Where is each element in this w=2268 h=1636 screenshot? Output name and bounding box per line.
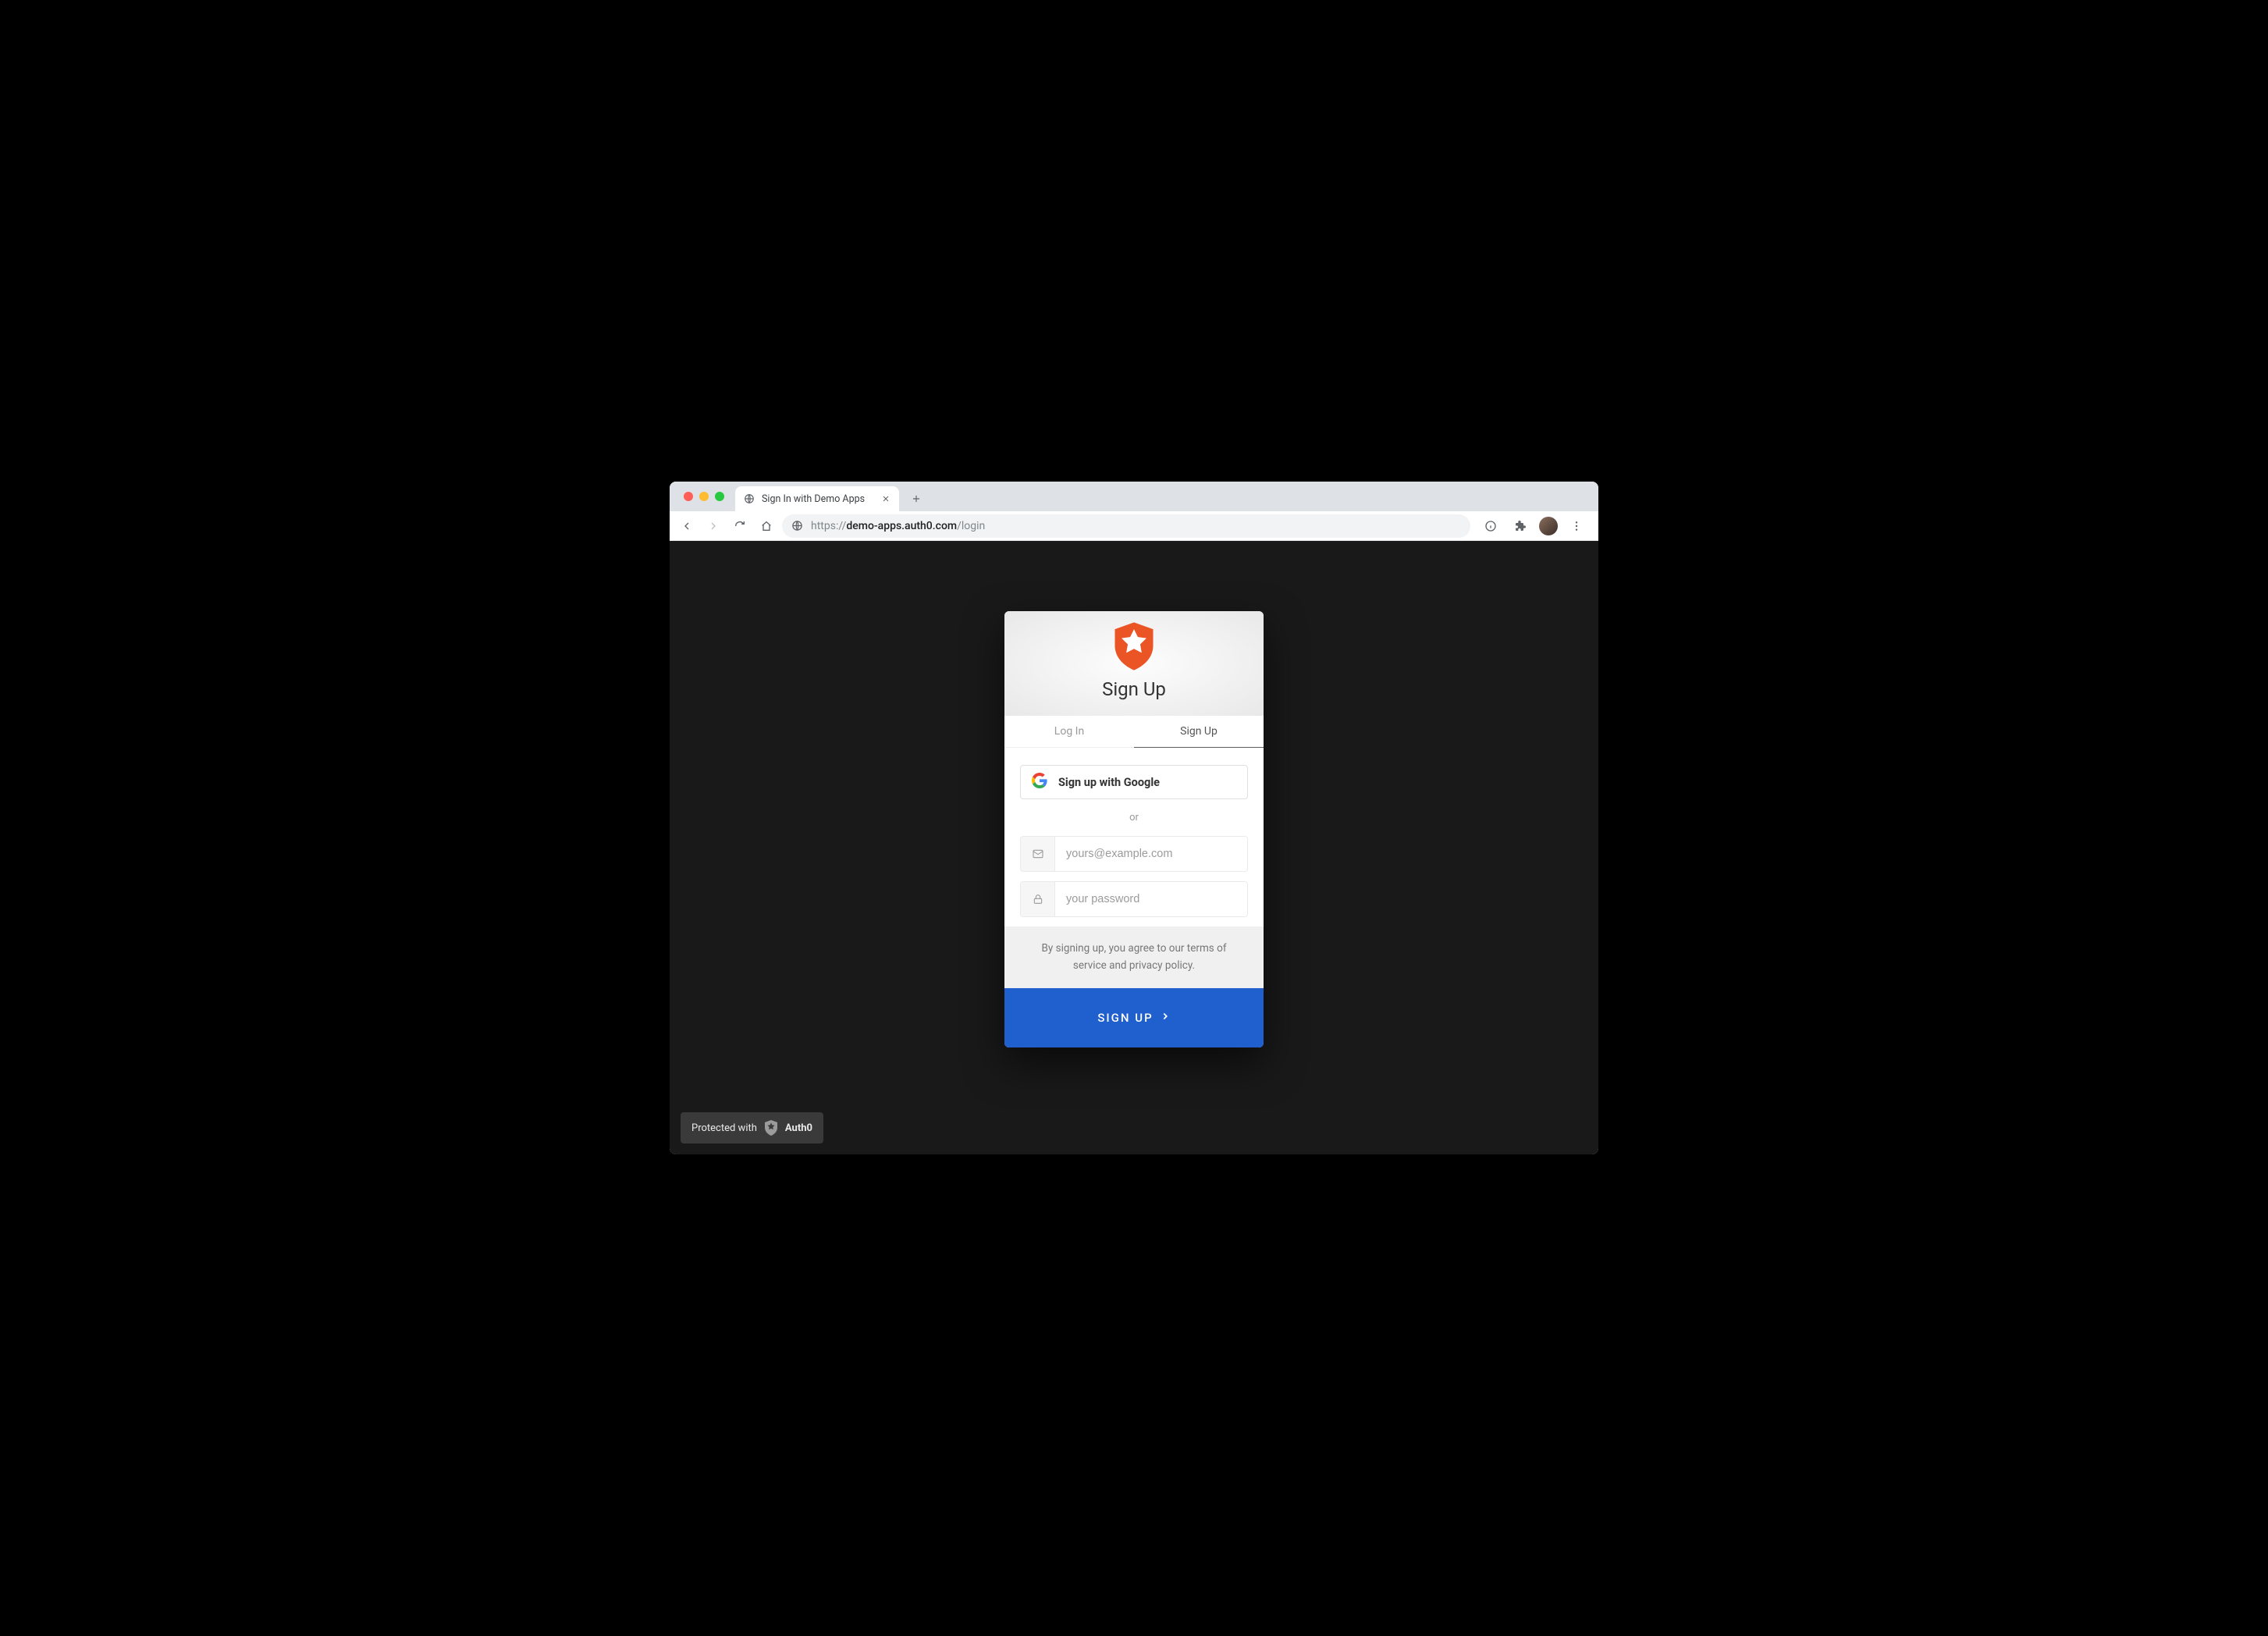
badge-prefix: Protected with <box>691 1122 757 1134</box>
tab-signup[interactable]: Sign Up <box>1134 716 1264 747</box>
lock-icon <box>1021 882 1055 916</box>
forward-button[interactable] <box>702 515 724 537</box>
lock-header: Sign Up <box>1004 611 1264 716</box>
back-button[interactable] <box>676 515 698 537</box>
info-icon[interactable] <box>1480 515 1502 537</box>
email-icon <box>1021 837 1055 871</box>
browser-toolbar: https://demo-apps.auth0.com/login <box>670 511 1598 541</box>
toolbar-right <box>1475 515 1592 537</box>
submit-label: SIGN UP <box>1097 1011 1153 1025</box>
signup-submit-button[interactable]: SIGN UP <box>1004 988 1264 1047</box>
or-divider: or <box>1020 799 1248 836</box>
lock-body: Sign up with Google or By signing up, yo… <box>1004 748 1264 1047</box>
tab-login[interactable]: Log In <box>1004 716 1134 747</box>
badge-brand: Auth0 <box>785 1122 812 1134</box>
reload-button[interactable] <box>729 515 751 537</box>
address-bar[interactable]: https://demo-apps.auth0.com/login <box>782 514 1470 538</box>
profile-avatar[interactable] <box>1539 517 1558 535</box>
globe-icon <box>743 493 755 505</box>
protected-with-badge[interactable]: Protected with Auth0 <box>681 1112 823 1143</box>
browser-tab[interactable]: Sign In with Demo Apps <box>735 486 899 511</box>
terms-text: By signing up, you agree to our terms of… <box>1004 926 1264 988</box>
auth0-logo-icon <box>763 1120 779 1136</box>
home-button[interactable] <box>755 515 777 537</box>
google-signup-button[interactable]: Sign up with Google <box>1020 765 1248 799</box>
tab-strip: Sign In with Demo Apps <box>670 482 1598 511</box>
chevron-right-icon <box>1160 1011 1171 1025</box>
password-field-wrapper <box>1020 881 1248 917</box>
password-input[interactable] <box>1055 882 1247 916</box>
lock-title: Sign Up <box>1012 678 1256 700</box>
google-icon <box>1032 773 1047 791</box>
close-window-button[interactable] <box>684 492 693 501</box>
site-info-icon[interactable] <box>791 520 803 532</box>
email-field-wrapper <box>1020 836 1248 872</box>
url-text: https://demo-apps.auth0.com/login <box>811 520 985 532</box>
lock-tabs: Log In Sign Up <box>1004 716 1264 748</box>
tab-title: Sign In with Demo Apps <box>762 493 865 505</box>
new-tab-button[interactable] <box>905 488 927 510</box>
window-controls <box>677 482 731 511</box>
auth-lock-widget: Sign Up Log In Sign Up Sign <box>1004 611 1264 1047</box>
minimize-window-button[interactable] <box>699 492 709 501</box>
email-input[interactable] <box>1055 837 1247 871</box>
extensions-icon[interactable] <box>1509 515 1531 537</box>
close-tab-button[interactable] <box>880 493 891 504</box>
maximize-window-button[interactable] <box>715 492 724 501</box>
page-content: Sign Up Log In Sign Up Sign <box>670 541 1598 1154</box>
browser-window: Sign In with Demo Apps https://dem <box>670 482 1598 1154</box>
google-signup-label: Sign up with Google <box>1058 776 1160 789</box>
auth0-shield-icon <box>1112 622 1156 670</box>
menu-button[interactable] <box>1566 515 1587 537</box>
